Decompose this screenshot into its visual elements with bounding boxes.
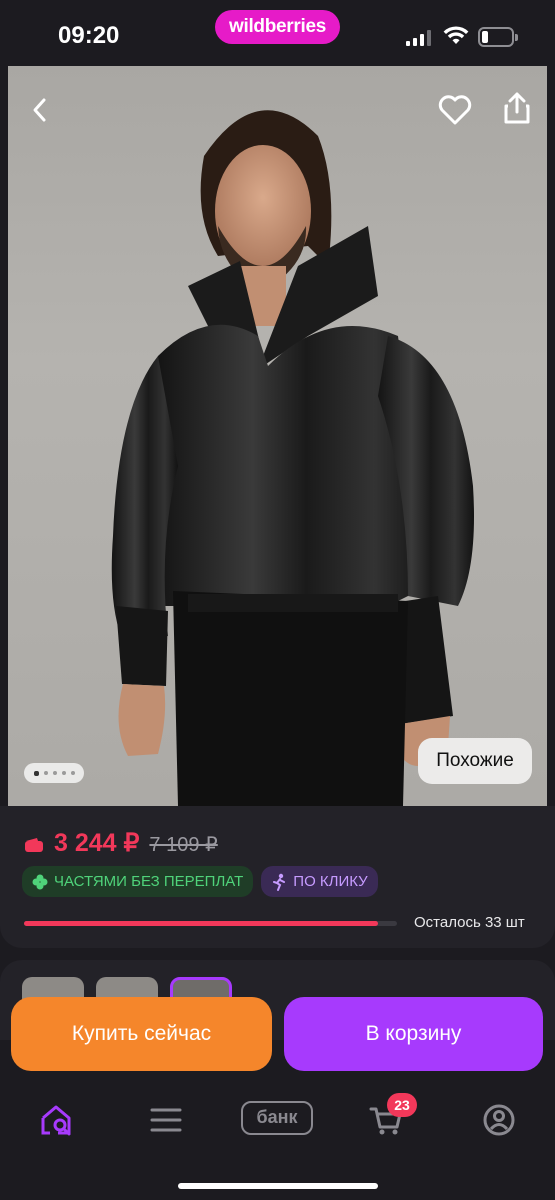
menu-icon [150,1108,182,1132]
clover-icon [32,874,48,889]
brand-logo: wildberries [215,10,340,44]
one-click-chip-label: ПО КЛИКУ [293,873,368,890]
old-price: 7 109 ₽ [149,834,218,856]
current-price: 3 244 ₽ [54,829,140,857]
stock-progress-fill [24,921,379,926]
chevron-left-icon [33,98,46,122]
gallery-dot[interactable] [33,770,39,776]
gallery-dot[interactable] [61,771,66,775]
price-card: 3 244 ₽ 7 109 ₽ ЧАСТЯМИ БЕЗ ПЕРЕПЛАТ ПО … [0,806,555,948]
promo-chips: ЧАСТЯМИ БЕЗ ПЕРЕПЛАТ ПО КЛИКУ [22,866,378,897]
share-icon [504,92,530,124]
gallery-pagination[interactable] [24,763,84,783]
home-indicator[interactable] [178,1183,378,1189]
bottom-tab-bar: банк 23 [0,1080,555,1200]
cart-count-badge: 23 [387,1093,417,1117]
tab-profile[interactable] [477,1098,521,1142]
back-button[interactable] [20,90,60,130]
running-person-icon [273,873,286,891]
wifi-icon [443,26,469,44]
installments-chip-label: ЧАСТЯМИ БЕЗ ПЕРЕПЛАТ [54,873,244,890]
add-to-cart-button[interactable]: В корзину [284,997,543,1071]
tab-catalog[interactable] [144,1098,188,1142]
product-photo[interactable]: Похожие [8,66,547,806]
similar-button[interactable]: Похожие [418,738,532,784]
gallery-dot[interactable] [52,771,57,775]
stock-remaining: Осталось 33 шт [414,914,525,931]
gallery-dot[interactable] [43,771,48,775]
heart-icon [438,95,472,125]
status-time: 09:20 [58,22,120,49]
favorite-button[interactable] [435,90,475,130]
status-bar: 09:20 wildberries [0,0,555,66]
product-image-shirt-model [111,110,474,806]
wallet-icon [25,838,43,852]
battery-icon [478,27,518,47]
profile-icon [483,1104,515,1136]
tab-bank[interactable]: банк [241,1101,313,1135]
tab-home-search[interactable] [34,1098,78,1142]
one-click-chip[interactable]: ПО КЛИКУ [261,866,378,897]
installments-chip[interactable]: ЧАСТЯМИ БЕЗ ПЕРЕПЛАТ [22,866,254,897]
buy-now-button[interactable]: Купить сейчас [11,997,272,1071]
stock-progress-bar [24,921,397,926]
gallery-dot[interactable] [70,771,75,775]
cellular-signal-icon [406,30,432,46]
price-row: 3 244 ₽ 7 109 ₽ [24,828,218,858]
share-button[interactable] [497,88,537,128]
home-search-icon [41,1105,71,1136]
action-buttons: Купить сейчас В корзину [0,990,555,1080]
